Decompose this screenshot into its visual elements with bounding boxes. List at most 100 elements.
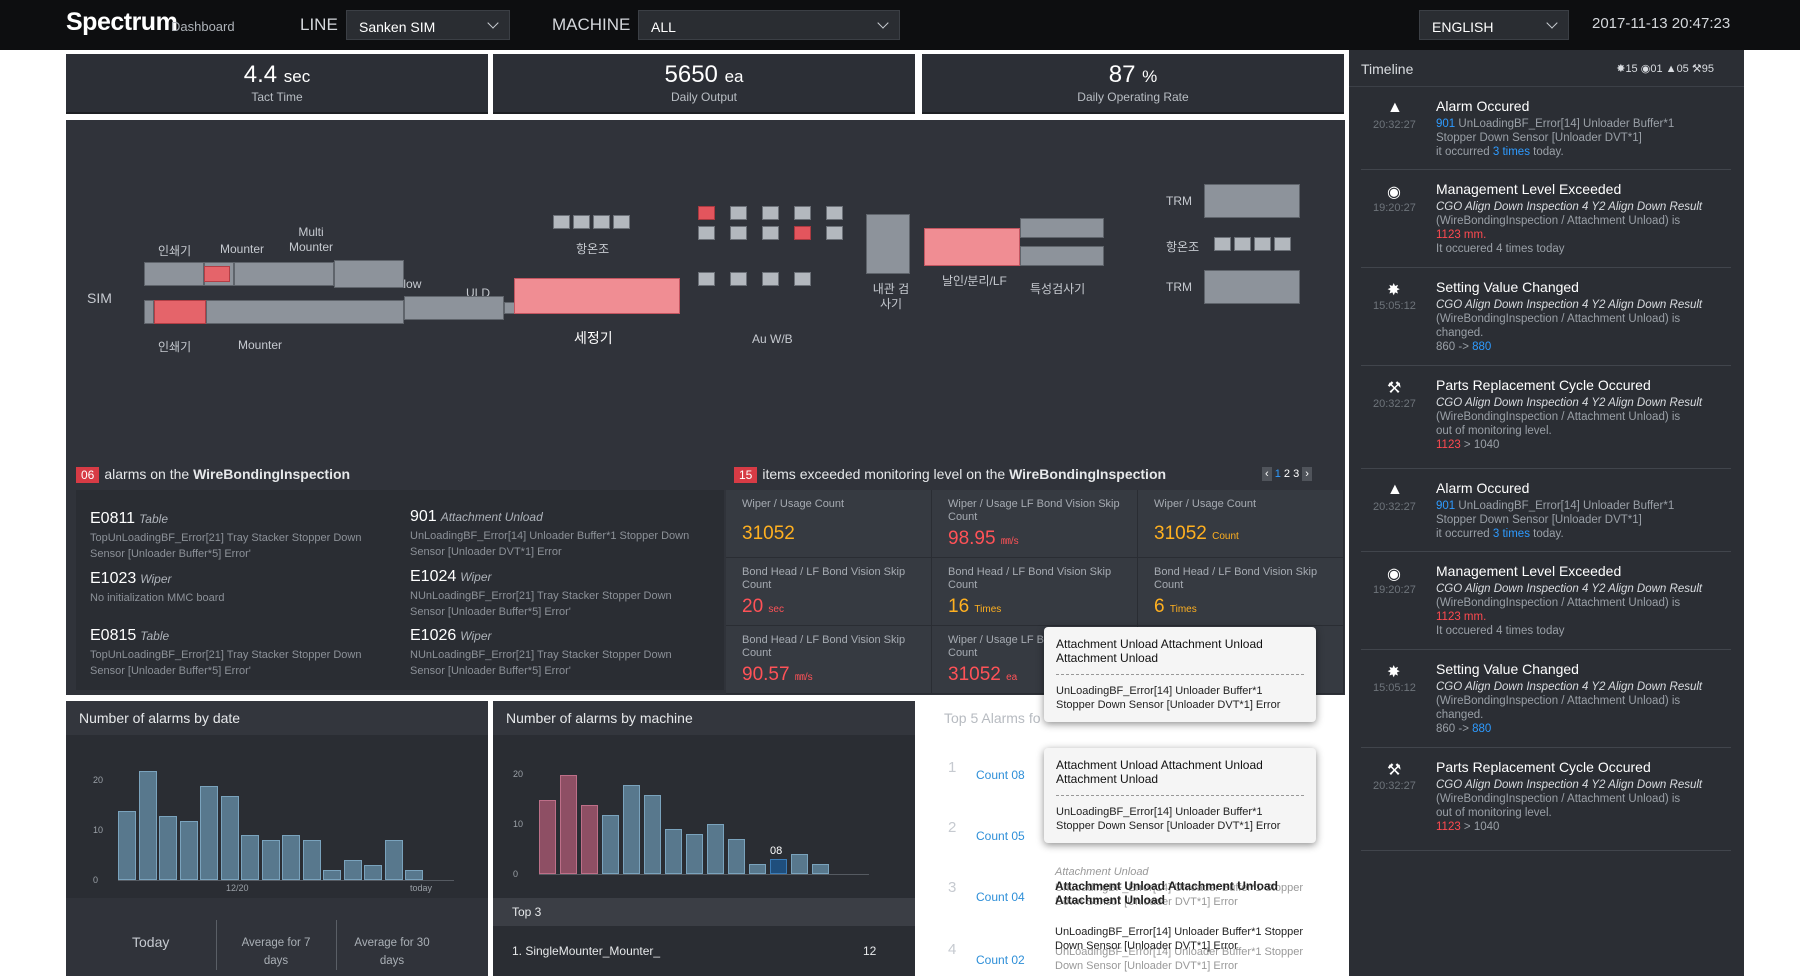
chart-bar[interactable] <box>539 800 556 874</box>
top5-count-link[interactable]: Count 02 <box>976 953 1025 967</box>
inner-inspector-machine[interactable] <box>866 214 910 274</box>
oven-slot[interactable] <box>593 215 610 229</box>
oven-slot[interactable] <box>1254 237 1271 251</box>
monitoring-cell[interactable]: Wiper / Usage Count 31052 Count <box>1138 490 1344 558</box>
chart-bar[interactable] <box>644 795 661 874</box>
chart-bar[interactable] <box>665 829 682 874</box>
wire-bonder[interactable] <box>762 226 779 240</box>
oven-slot[interactable] <box>553 215 570 229</box>
wire-bonder[interactable] <box>826 206 843 220</box>
monitoring-cell[interactable]: Wiper / Usage LF Bond Vision Skip Count … <box>932 490 1138 558</box>
app-logo[interactable]: Spectrum <box>66 8 178 37</box>
washer-machine[interactable] <box>514 278 680 314</box>
machine-unit-alarm[interactable] <box>204 266 230 282</box>
chart-bar[interactable] <box>812 864 829 874</box>
timeline-item[interactable]: ✸ 15:05:12 Setting Value Changed CGO Ali… <box>1361 276 1731 366</box>
oven-slot[interactable] <box>1234 237 1251 251</box>
marking-machine[interactable] <box>924 228 1020 266</box>
chart-bar[interactable] <box>749 864 766 874</box>
wire-bonder[interactable] <box>730 272 747 286</box>
oven-slot[interactable] <box>1214 237 1231 251</box>
wire-bonder[interactable] <box>762 272 779 286</box>
chart-bar[interactable] <box>623 785 640 874</box>
chart-bar[interactable] <box>560 775 577 874</box>
chart-bar[interactable] <box>728 839 745 874</box>
oven-slot[interactable] <box>613 215 630 229</box>
pager-page[interactable]: 1 <box>1275 468 1281 480</box>
chart-bar[interactable] <box>602 815 619 874</box>
chart-bar[interactable] <box>405 870 423 880</box>
wire-bonder[interactable] <box>698 206 715 220</box>
chart-bar[interactable] <box>179 821 198 880</box>
mounter-bottom-machine[interactable] <box>206 300 404 324</box>
chart-bar[interactable] <box>261 840 280 880</box>
timeline-item[interactable]: ◉ 19:20:27 Management Level Exceeded CGO… <box>1361 178 1731 268</box>
chart-bar[interactable] <box>220 796 239 880</box>
wire-bonder[interactable] <box>762 206 779 220</box>
trm-bottom-machine[interactable] <box>1204 270 1300 304</box>
alarm-item[interactable]: E1023 Wiper No initialization MMC board <box>90 570 380 606</box>
chart-bar[interactable] <box>200 786 218 880</box>
alarm-item[interactable]: E1024 Wiper NUnLoadingBF_Error[21] Tray S… <box>410 568 700 620</box>
wire-bonder[interactable] <box>698 226 715 240</box>
chart-bar[interactable] <box>384 840 403 880</box>
machine-select[interactable]: ALL <box>638 10 900 40</box>
timeline-item[interactable]: ⚒ 20:32:27 Parts Replacement Cycle Occur… <box>1361 374 1731 469</box>
machine-unit[interactable] <box>144 300 154 324</box>
characteristic-machine[interactable] <box>1020 218 1104 238</box>
pager-next-icon[interactable]: › <box>1302 467 1312 481</box>
top5-count-link[interactable]: Count 05 <box>976 829 1025 843</box>
chart-bar[interactable] <box>364 865 382 880</box>
pager-prev-icon[interactable]: ‹ <box>1262 467 1272 481</box>
oven-slot[interactable] <box>1274 237 1291 251</box>
chart-bar[interactable] <box>343 860 362 880</box>
top3-row[interactable]: 1. SingleMounter_Mounter_ 12 <box>493 933 915 969</box>
chart-bar[interactable] <box>707 824 724 874</box>
multi-mounter-machine[interactable] <box>334 260 404 288</box>
chart-bar[interactable] <box>770 859 787 874</box>
printer-bottom-machine-alarm[interactable] <box>154 300 206 324</box>
alarm-item[interactable]: E0815 Table TopUnLoadingBF_Error[21] Tray… <box>90 627 380 679</box>
monitoring-cell[interactable]: Wiper / Usage Count 31052 <box>726 490 932 558</box>
wire-bonder[interactable] <box>794 272 811 286</box>
wire-bonder[interactable] <box>794 226 811 240</box>
chart-bar[interactable] <box>581 805 598 874</box>
alarm-item[interactable]: E0811 Table TopUnLoadingBF_Error[21] Tray… <box>90 510 380 562</box>
pager-page[interactable]: 3 <box>1293 468 1299 480</box>
wire-bonder[interactable] <box>730 206 747 220</box>
wire-bonder[interactable] <box>730 226 747 240</box>
monitoring-cell[interactable]: Bond Head / LF Bond Vision Skip Count 16… <box>932 558 1138 626</box>
oven-slot[interactable] <box>573 215 590 229</box>
printer-top-machine[interactable] <box>144 262 204 286</box>
monitoring-cell[interactable]: Bond Head / LF Bond Vision Skip Count 20… <box>726 558 932 626</box>
pager-page[interactable]: 2 <box>1284 468 1290 480</box>
alarm-item[interactable]: E1026 Wiper NUnLoadingBF_Error[21] Tray S… <box>410 627 700 679</box>
trm-top-machine[interactable] <box>1204 184 1300 218</box>
chart-bar[interactable] <box>159 816 177 880</box>
chart-bar[interactable] <box>302 840 321 880</box>
mounter-top-machine[interactable] <box>234 262 334 286</box>
chart-bar[interactable] <box>686 834 703 874</box>
wire-bonder[interactable] <box>698 272 715 286</box>
timeline-item[interactable]: ◉ 19:20:27 Management Level Exceeded CGO… <box>1361 560 1731 650</box>
chart-bar[interactable] <box>118 811 136 880</box>
characteristic-machine[interactable] <box>1020 246 1104 266</box>
chart-bar[interactable] <box>791 854 808 874</box>
chart-bar[interactable] <box>138 771 157 880</box>
alarm-item[interactable]: 901 Attachment Unload UnLoadingBF_Error[1… <box>410 508 700 560</box>
top5-count-link[interactable]: Count 08 <box>976 768 1025 782</box>
timeline-item[interactable]: ✸ 15:05:12 Setting Value Changed CGO Ali… <box>1361 658 1731 748</box>
chart-bar[interactable] <box>241 835 259 880</box>
language-select[interactable]: ENGLISH <box>1419 10 1569 40</box>
line-select[interactable]: Sanken SIM <box>346 10 510 40</box>
wire-bonder[interactable] <box>794 206 811 220</box>
top5-count-link[interactable]: Count 04 <box>976 890 1025 904</box>
wire-bonder[interactable] <box>826 226 843 240</box>
chart-bar[interactable] <box>323 870 341 880</box>
monitoring-cell[interactable]: Bond Head / LF Bond Vision Skip Count 90… <box>726 626 932 694</box>
timeline-item[interactable]: ⚒ 20:32:27 Parts Replacement Cycle Occur… <box>1361 756 1731 851</box>
timeline-item[interactable]: ▲ 20:32:27 Alarm Occured 901 UnLoadingBF… <box>1361 477 1731 552</box>
chart-bar[interactable] <box>282 835 300 880</box>
n2-reflow-machine[interactable] <box>404 296 504 320</box>
monitoring-cell[interactable]: Bond Head / LF Bond Vision Skip Count 6 … <box>1138 558 1344 626</box>
